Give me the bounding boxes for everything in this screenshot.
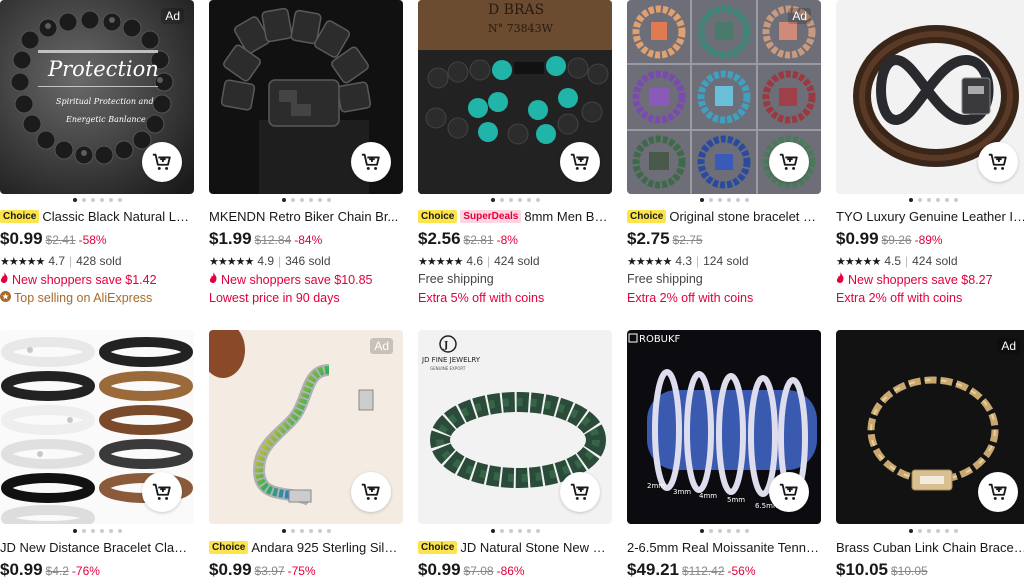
svg-text:2mm: 2mm (647, 482, 665, 490)
price: $10.05 (836, 560, 888, 579)
price: $49.21 (627, 560, 679, 579)
product-title[interactable]: Choice JD Natural Stone New M... (418, 538, 610, 556)
product-image[interactable]: ROBUKF 2mm 3mm 4mm 5mm 6.5mm (627, 330, 821, 524)
svg-text:3mm: 3mm (673, 488, 691, 496)
product-card[interactable]: ROBUKF 2mm 3mm 4mm 5mm 6.5mm 2-6.5mm Rea… (627, 0, 821, 581)
product-card[interactable]: J JD FINE JEWELRY GENUINE EXPORT Choice … (418, 0, 612, 581)
add-to-cart-button[interactable] (978, 472, 1018, 512)
image-carousel-dots[interactable] (418, 527, 612, 535)
discount-percent: -75% (287, 564, 316, 578)
product-title[interactable]: 2-6.5mm Real Moissanite Tenni... (627, 538, 819, 556)
ad-label: Ad (370, 338, 393, 354)
add-to-cart-button[interactable] (560, 472, 600, 512)
price-row: $0.99 $4.2 -76% (0, 560, 100, 580)
add-to-cart-icon (987, 481, 1009, 503)
product-card[interactable]: JD New Distance Bracelet Class... $0.99 … (0, 0, 194, 581)
price-row: $49.21 $112.42 -56% (627, 560, 756, 580)
svg-text:GENUINE EXPORT: GENUINE EXPORT (430, 366, 466, 371)
original-price: $112.42 (682, 564, 725, 578)
image-carousel-dots[interactable] (627, 527, 821, 535)
add-to-cart-icon (360, 481, 382, 503)
svg-text:JD FINE JEWELRY: JD FINE JEWELRY (421, 356, 481, 364)
image-carousel-dots[interactable] (0, 527, 194, 535)
price: $0.99 (209, 560, 252, 579)
add-to-cart-icon (151, 481, 173, 503)
image-carousel-dots[interactable] (836, 527, 1024, 535)
product-image[interactable]: J JD FINE JEWELRY GENUINE EXPORT (418, 330, 612, 524)
choice-badge: Choice (209, 540, 249, 554)
add-to-cart-icon (778, 481, 800, 503)
add-to-cart-icon (569, 481, 591, 503)
price: $0.99 (0, 560, 43, 579)
image-carousel-dots[interactable] (209, 527, 403, 535)
add-to-cart-button[interactable] (351, 472, 391, 512)
svg-text:J: J (443, 341, 448, 351)
svg-text:ROBUKF: ROBUKF (639, 334, 681, 345)
add-to-cart-button[interactable] (142, 472, 182, 512)
discount-percent: -86% (496, 564, 525, 578)
price-row: $0.99 $3.97 -75% (209, 560, 316, 580)
choice-badge: Choice (418, 540, 458, 554)
original-price: $3.97 (254, 564, 285, 578)
discount-percent: -76% (71, 564, 100, 578)
product-title[interactable]: Brass Cuban Link Chain Bracele... (836, 538, 1024, 556)
ad-label: Ad (997, 338, 1020, 354)
price-row: $10.05 $10.05 (836, 560, 931, 580)
product-image[interactable] (0, 330, 194, 524)
original-price: $10.05 (891, 564, 928, 578)
product-card[interactable]: Ad Choice Andara 925 Sterling Silve... $… (209, 0, 403, 581)
original-price: $7.08 (463, 564, 494, 578)
price: $0.99 (418, 560, 461, 579)
svg-text:4mm: 4mm (699, 492, 717, 500)
original-price: $4.2 (45, 564, 69, 578)
product-image[interactable]: Ad (209, 330, 403, 524)
svg-text:5mm: 5mm (727, 496, 745, 504)
add-to-cart-button[interactable] (769, 472, 809, 512)
discount-percent: -56% (727, 564, 756, 578)
product-title[interactable]: Choice Andara 925 Sterling Silve... (209, 538, 401, 556)
product-card[interactable]: Ad Brass Cuban Link Chain Bracele... $10… (836, 0, 1024, 581)
product-image[interactable]: Ad (836, 330, 1024, 524)
product-title[interactable]: JD New Distance Bracelet Class... (0, 538, 192, 556)
price-row: $0.99 $7.08 -86% (418, 560, 525, 580)
